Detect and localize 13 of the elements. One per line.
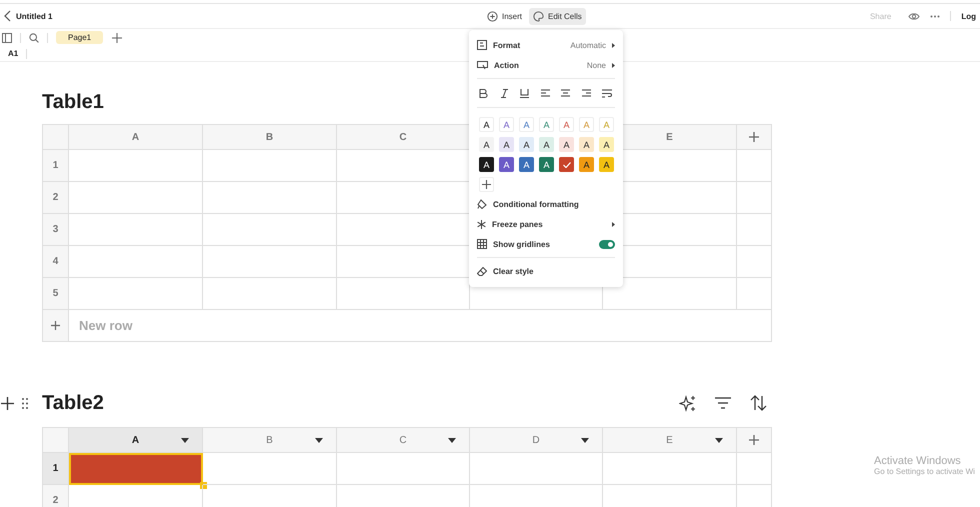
row-number: 1 <box>43 453 69 485</box>
row-number: 3 <box>43 214 69 246</box>
row-number: 2 <box>43 182 69 214</box>
row-number: 1 <box>43 150 69 182</box>
row-number: 2 <box>43 485 69 507</box>
activation-notice-title: Activate Windows <box>874 455 962 467</box>
cell-reference: A1 <box>8 49 18 58</box>
table-title: Table2 <box>42 390 104 416</box>
row-number: 5 <box>43 278 69 310</box>
document-title: Untitled 1 <box>16 12 54 20</box>
table-title: Table1 <box>42 90 104 114</box>
row-number: 4 <box>43 246 69 278</box>
activation-notice-text: Go to Settings to activate Wi <box>874 467 975 476</box>
